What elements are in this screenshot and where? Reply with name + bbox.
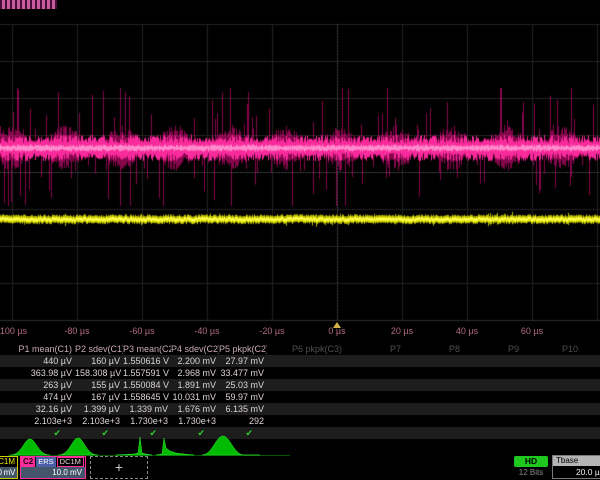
measurement-value: 1.550084 V xyxy=(123,379,171,391)
time-axis-label: -80 µs xyxy=(64,326,89,336)
measurement-value: 474 µV xyxy=(0,391,75,403)
waveform-grid[interactable] xyxy=(0,0,600,322)
measurement-header-unused[interactable]: P6 pkpk(C3) xyxy=(267,343,345,355)
histicon-p5 xyxy=(202,436,260,455)
time-axis-label: -100 µs xyxy=(0,326,27,336)
measurement-value: 1.399 µV xyxy=(75,403,123,415)
measurement-histicons xyxy=(4,434,304,458)
measurement-value: 25.03 mV xyxy=(219,379,267,391)
trace-annotation-badge xyxy=(0,0,57,9)
measurement-value: 263 µV xyxy=(0,379,75,391)
measurement-value: 363.98 µV xyxy=(0,367,75,379)
time-axis-label: 60 µs xyxy=(521,326,543,336)
histicon-p2 xyxy=(58,438,98,455)
measurement-value: 59.97 mV xyxy=(219,391,267,403)
time-axis-label: -60 µs xyxy=(129,326,154,336)
measurement-value: 2.968 mV xyxy=(171,367,219,379)
measurement-value: 1.676 mV xyxy=(171,403,219,415)
timebase-descriptor[interactable]: Tbase 20.0 µs xyxy=(552,455,600,479)
hd-bits-label: 12 Bits xyxy=(508,468,554,477)
time-axis-label: -40 µs xyxy=(194,326,219,336)
measurement-header[interactable]: P4 sdev(C2) xyxy=(171,343,219,355)
c1-coupling-label: DC1M xyxy=(0,457,17,467)
c2-scale-value: 10.0 mV xyxy=(21,467,85,478)
trigger-position-marker[interactable] xyxy=(333,322,341,328)
measurement-header[interactable]: P1 mean(C1) xyxy=(0,343,75,355)
channel-c2-descriptor[interactable]: C2 ERS DC1M 10.0 mV xyxy=(20,456,86,479)
measurement-header-unused[interactable]: P10 xyxy=(522,343,581,355)
measurement-value: 1.730e+3 xyxy=(171,415,219,427)
measurement-value: 1.339 mV xyxy=(123,403,171,415)
measurement-value: 1.730e+3 xyxy=(123,415,171,427)
measurement-value: 6.135 mV xyxy=(219,403,267,415)
histicon-p4 xyxy=(156,438,194,455)
measurement-value: 27.97 mV xyxy=(219,355,267,367)
measurement-value: 2.103e+3 xyxy=(0,415,75,427)
c1-scale-value: 0 mV xyxy=(0,467,17,478)
measurement-value: 155 µV xyxy=(75,379,123,391)
timebase-value: 20.0 µs xyxy=(553,466,600,478)
histicon-p3 xyxy=(116,437,152,455)
time-axis-label: 40 µs xyxy=(456,326,478,336)
measurement-value: 1.891 mV xyxy=(171,379,219,391)
measurement-value: 1.550616 V xyxy=(123,355,171,367)
measurement-header[interactable]: P2 sdev(C1) xyxy=(75,343,123,355)
measurement-header-unused[interactable]: P7 xyxy=(345,343,404,355)
measurement-value: 2.103e+3 xyxy=(75,415,123,427)
c2-channel-badge: C2 xyxy=(21,457,35,467)
measurement-header-unused[interactable]: P9 xyxy=(463,343,522,355)
c2-eres-chip: ERS xyxy=(36,457,55,467)
channel-c1-descriptor[interactable]: DC1M 0 mV xyxy=(0,456,18,479)
plus-icon: + xyxy=(115,459,123,475)
histicon-p1 xyxy=(10,439,50,455)
measurement-value: 167 µV xyxy=(75,391,123,403)
measurement-value: 2.200 mV xyxy=(171,355,219,367)
measurement-value: 160 µV xyxy=(75,355,123,367)
measurement-value: 1.558645 V xyxy=(123,391,171,403)
time-axis-label: 20 µs xyxy=(391,326,413,336)
c2-coupling-chip: DC1M xyxy=(57,457,84,467)
measurement-value: 33.477 mV xyxy=(219,367,267,379)
measurement-value: 292 xyxy=(219,415,267,427)
measurement-value: 158.308 µV xyxy=(75,367,123,379)
measurement-header[interactable]: P3 mean(C2) xyxy=(123,343,171,355)
hd-mode-badge[interactable]: HD xyxy=(514,456,548,467)
measurement-value: 1.557591 V xyxy=(123,367,171,379)
measurement-header[interactable]: P5 pkpk(C2) xyxy=(219,343,267,355)
add-trace-button[interactable]: + xyxy=(90,456,148,479)
timebase-title: Tbase xyxy=(553,456,600,466)
measurement-header-unused[interactable]: P8 xyxy=(404,343,463,355)
measurement-value: 32.16 µV xyxy=(0,403,75,415)
measurement-value: 440 µV xyxy=(0,355,75,367)
measurement-value: 10.031 mV xyxy=(171,391,219,403)
time-axis-label: -20 µs xyxy=(259,326,284,336)
time-axis: -100 µs-80 µs-60 µs-40 µs-20 µs0 µs20 µs… xyxy=(0,321,600,342)
measurement-table[interactable]: P1 mean(C1)P2 sdev(C1)P3 mean(C2)P4 sdev… xyxy=(0,343,600,439)
